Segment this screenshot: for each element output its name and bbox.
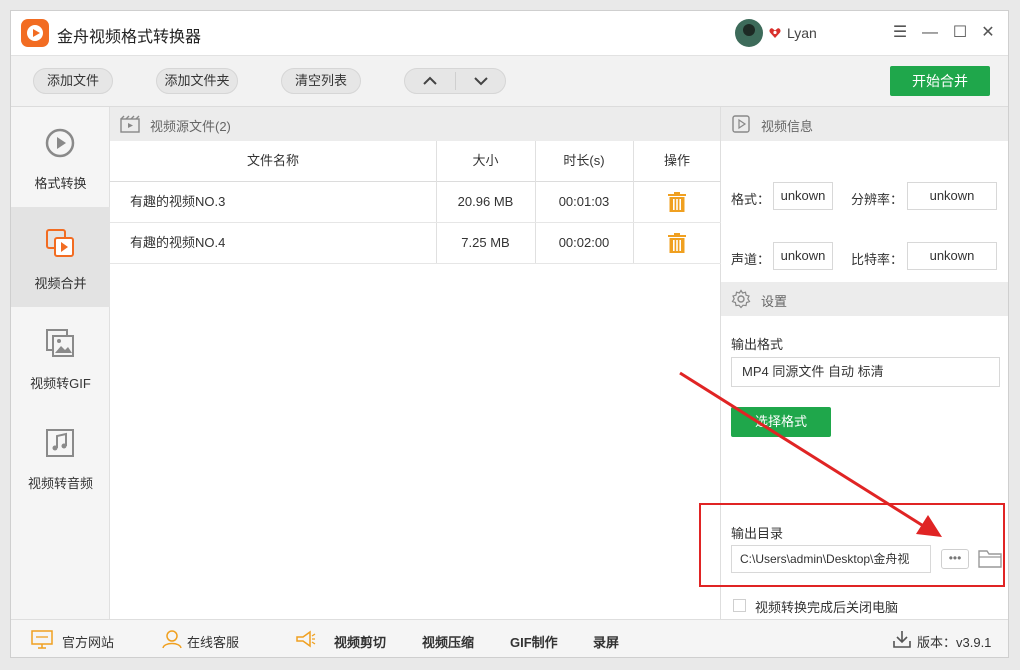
choose-format-button[interactable]: 选择格式	[731, 407, 831, 437]
table-row[interactable]: 有趣的视频NO.3 20.96 MB 00:01:03	[110, 182, 721, 223]
table-header: 文件名称 大小 时长(s) 操作	[110, 141, 721, 182]
sidebar-item-label: 视频转GIF	[30, 376, 91, 391]
chevron-up-icon	[423, 76, 437, 85]
trash-icon[interactable]	[668, 192, 686, 212]
sidebar: 格式转换 视频合并 视频转GIF 视频转音频	[11, 107, 110, 619]
app-window: 金舟视频格式转换器 Lyan ☰ — ☐ ✕ 添加文件 添加文件夹 清空列表 开…	[10, 10, 1009, 658]
format-label: 格式：	[731, 192, 771, 207]
video-info-title: 视频信息	[761, 119, 814, 134]
monitor-icon	[31, 630, 53, 649]
start-merge-button[interactable]: 开始合并	[890, 66, 990, 96]
right-panel: 视频信息 格式： unkown 分辨率： unkown 声道： unkown 比…	[699, 107, 1008, 619]
title-bar: 金舟视频格式转换器 Lyan ☰ — ☐ ✕	[11, 11, 1008, 55]
bitrate-label: 比特率：	[851, 252, 904, 267]
file-duration: 00:02:00	[558, 235, 610, 250]
menu-button[interactable]: ☰	[888, 21, 912, 45]
move-up-button[interactable]	[405, 69, 455, 93]
music-note-icon	[46, 429, 74, 457]
add-folder-button[interactable]: 添加文件夹	[156, 68, 238, 94]
move-buttons	[404, 68, 506, 94]
download-icon	[893, 631, 911, 648]
sidebar-item-label: 格式转换	[34, 176, 87, 191]
output-format-label: 输出格式	[731, 337, 784, 352]
add-file-button[interactable]: 添加文件	[33, 68, 113, 94]
toolbar: 添加文件 添加文件夹 清空列表 开始合并	[11, 55, 1008, 107]
avatar[interactable]	[735, 19, 763, 47]
bitrate-value: unkown	[907, 242, 997, 270]
minimize-button[interactable]: —	[918, 21, 942, 45]
sidebar-item-video-merge[interactable]: 视频合并	[11, 207, 110, 307]
username[interactable]: Lyan	[787, 25, 817, 41]
official-site-link[interactable]: 官方网站	[62, 632, 114, 651]
format-value: unkown	[773, 182, 833, 210]
megaphone-icon	[296, 630, 316, 648]
sidebar-item-label: 视频合并	[34, 276, 87, 291]
file-name: 有趣的视频NO.3	[130, 194, 226, 209]
header-action: 操作	[663, 153, 690, 168]
user-service-icon	[162, 630, 182, 649]
settings-header: 设置	[721, 282, 1008, 316]
file-size: 7.25 MB	[461, 235, 510, 250]
sidebar-item-label: 视频转音频	[27, 476, 93, 491]
video-info-icon	[732, 115, 750, 133]
screen-record-link[interactable]: 录屏	[593, 632, 619, 651]
app-logo-icon	[21, 19, 49, 47]
image-icon	[46, 329, 74, 357]
shutdown-label: 视频转换完成后关闭电脑	[755, 600, 899, 615]
sidebar-item-video-to-gif[interactable]: 视频转GIF	[11, 307, 110, 407]
header-duration: 时长(s)	[563, 153, 605, 168]
sidebar-item-format-convert[interactable]: 格式转换	[11, 107, 110, 207]
video-cut-link[interactable]: 视频剪切	[334, 632, 386, 651]
output-dir-input[interactable]: C:\Users\admin\Desktop\金舟视	[731, 545, 931, 573]
file-size: 20.96 MB	[457, 194, 514, 209]
header-size: 大小	[472, 153, 499, 168]
play-circle-icon	[45, 128, 75, 158]
trash-icon[interactable]	[668, 233, 686, 253]
sidebar-item-video-to-audio[interactable]: 视频转音频	[11, 407, 110, 507]
version-label[interactable]: 版本：v3.9.1	[917, 632, 991, 651]
gear-icon	[731, 289, 751, 309]
video-info-header: 视频信息	[721, 107, 1008, 141]
file-list-panel: 视频源文件(2) 文件名称 大小 时长(s) 操作 有趣的视频NO.3 20.9…	[110, 107, 721, 619]
audio-value: unkown	[773, 242, 833, 270]
resolution-value: unkown	[907, 182, 997, 210]
settings-title: 设置	[761, 294, 788, 309]
output-format-field[interactable]: MP4 同源文件 自动 标清	[731, 357, 1000, 387]
vip-heart-icon	[769, 28, 781, 38]
clear-list-button[interactable]: 清空列表	[281, 68, 361, 94]
file-duration: 00:01:03	[558, 194, 610, 209]
maximize-button[interactable]: ☐	[948, 21, 972, 45]
move-down-button[interactable]	[456, 69, 506, 93]
video-compress-link[interactable]: 视频压缩	[422, 632, 474, 651]
gif-maker-link[interactable]: GIF制作	[510, 632, 558, 651]
table-row[interactable]: 有趣的视频NO.4 7.25 MB 00:02:00	[110, 223, 721, 264]
online-service-link[interactable]: 在线客服	[187, 632, 239, 651]
file-list-title: 视频源文件(2)	[150, 119, 231, 134]
file-list-header: 视频源文件(2)	[110, 107, 720, 141]
chevron-down-icon	[474, 77, 488, 86]
audio-label: 声道：	[731, 252, 771, 267]
bottom-bar: 官方网站 在线客服 视频剪切 视频压缩 GIF制作 录屏 版本：v3.9.1	[11, 619, 1008, 657]
folder-icon[interactable]	[978, 548, 1002, 568]
header-name: 文件名称	[246, 153, 299, 168]
close-button[interactable]: ✕	[976, 21, 1000, 45]
film-icon	[120, 115, 140, 133]
output-dir-label: 输出目录	[731, 526, 784, 541]
browse-more-button[interactable]: •••	[941, 549, 969, 569]
resolution-label: 分辨率：	[851, 192, 904, 207]
app-title: 金舟视频格式转换器	[57, 29, 202, 46]
file-name: 有趣的视频NO.4	[130, 235, 226, 250]
shutdown-checkbox[interactable]	[733, 599, 746, 612]
video-merge-icon	[46, 229, 74, 257]
